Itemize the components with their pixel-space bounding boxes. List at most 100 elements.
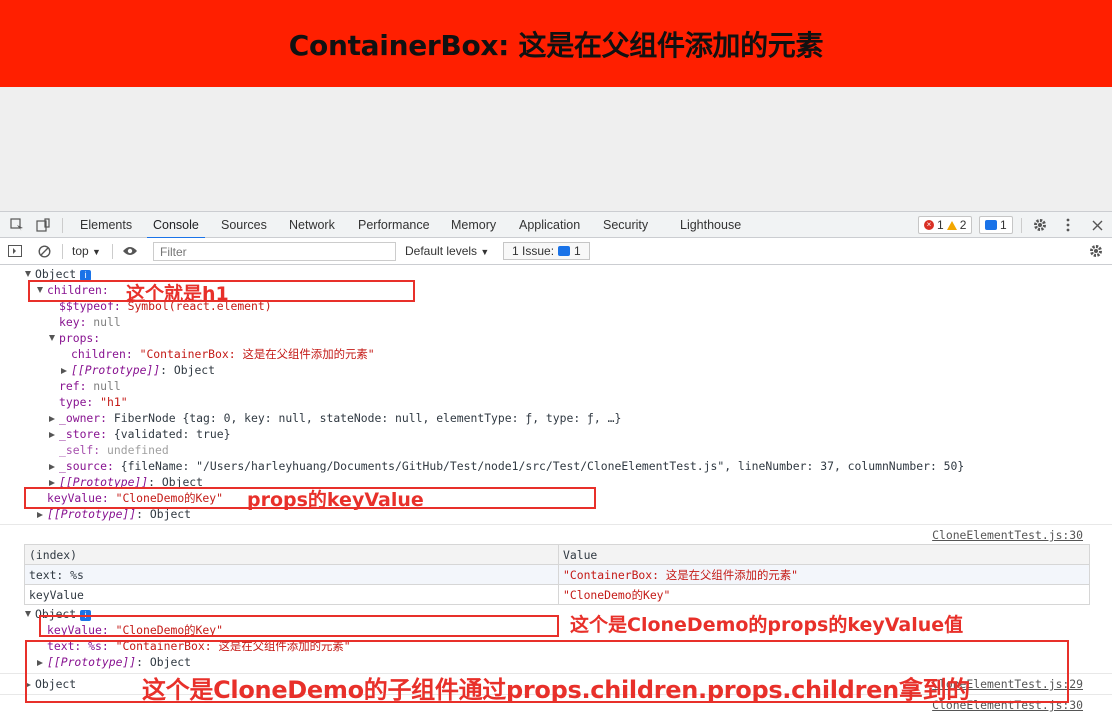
page-body bbox=[0, 87, 1112, 211]
type-value: "h1" bbox=[100, 395, 128, 409]
self-value: undefined bbox=[107, 443, 169, 457]
table-header-index: (index) bbox=[24, 544, 559, 565]
collapsed-triangle-icon bbox=[49, 464, 55, 470]
page-heading: ContainerBox: 这是在父组件添加的元素 bbox=[288, 28, 824, 62]
tab-performance[interactable]: Performance bbox=[358, 212, 430, 238]
inspect-element-icon[interactable] bbox=[8, 216, 26, 234]
ref-entry: ref: null bbox=[59, 378, 121, 394]
ref-value: null bbox=[93, 379, 121, 393]
ref-key: ref: bbox=[59, 379, 87, 393]
settings-gear-icon[interactable] bbox=[1031, 216, 1049, 234]
console-table: (index) Value text: %s "ContainerBox: 这是… bbox=[24, 544, 1090, 605]
type-key: type: bbox=[59, 395, 94, 409]
key-key: key: bbox=[59, 315, 87, 329]
table-header-value: Value bbox=[558, 544, 1090, 565]
console-settings-gear-icon[interactable] bbox=[1087, 242, 1105, 260]
more-options-icon[interactable] bbox=[1059, 216, 1077, 234]
source-key: _source: bbox=[59, 459, 114, 473]
owner-key: _owner: bbox=[59, 411, 108, 425]
store-key: _store: bbox=[59, 427, 108, 441]
store-entry[interactable]: _store: {validated: true} bbox=[49, 426, 230, 442]
annotation-children-props: 这个是CloneDemo的子组件通过props.children.props.c… bbox=[142, 676, 970, 704]
table-cell-index: keyValue bbox=[24, 584, 559, 605]
collapsed-triangle-icon bbox=[61, 368, 67, 374]
message-count: 1 bbox=[1000, 218, 1007, 232]
self-entry: _self: undefined bbox=[59, 442, 169, 458]
warning-count: 2 bbox=[959, 218, 967, 232]
annotation-props-keyvalue: props的keyValue bbox=[247, 489, 424, 511]
log-divider bbox=[0, 524, 1112, 525]
collapsed-triangle-icon bbox=[49, 416, 55, 422]
tab-sources[interactable]: Sources bbox=[221, 212, 267, 238]
prototype-value: : Object bbox=[136, 507, 192, 521]
issues-button[interactable]: 1 Issue: 1 bbox=[503, 242, 590, 260]
source-entry[interactable]: _source: {fileName: "/Users/harleyhuang/… bbox=[49, 458, 964, 474]
rendered-heading-banner: ContainerBox: 这是在父组件添加的元素 bbox=[0, 0, 1112, 87]
props-entry[interactable]: props: bbox=[49, 330, 100, 346]
annotation-clonedemo-keyvalue: 这个是CloneDemo的props的keyValue值 bbox=[570, 614, 964, 636]
device-toolbar-icon[interactable] bbox=[34, 216, 52, 234]
tab-application[interactable]: Application bbox=[519, 212, 580, 238]
tab-console[interactable]: Console bbox=[147, 212, 205, 239]
table-cell-value: "CloneDemo的Key" bbox=[558, 584, 1090, 605]
annotation-box-clonedemo-keyvalue bbox=[39, 615, 559, 637]
expanded-triangle-icon bbox=[25, 271, 31, 277]
props-prototype-entry[interactable]: [[Prototype]]: Object bbox=[61, 362, 215, 378]
message-counter[interactable]: 1 bbox=[979, 216, 1013, 234]
key-value: null bbox=[93, 315, 121, 329]
key-entry: key: null bbox=[59, 314, 121, 330]
issues-count: 1 bbox=[574, 244, 581, 258]
annotation-h1: 这个就是h1 bbox=[126, 283, 229, 305]
table-row: text: %s "ContainerBox: 这是在父组件添加的元素" bbox=[24, 564, 1090, 585]
props-children-value: "ContainerBox: 这是在父组件添加的元素" bbox=[139, 347, 375, 361]
table-cell-value: "ContainerBox: 这是在父组件添加的元素" bbox=[558, 564, 1090, 585]
tab-lighthouse[interactable]: Lighthouse bbox=[680, 212, 741, 238]
issue-icon bbox=[558, 246, 571, 256]
tab-memory[interactable]: Memory bbox=[451, 212, 496, 238]
props-key: props: bbox=[59, 331, 101, 345]
warning-icon bbox=[946, 220, 957, 230]
prototype-key: [[Prototype]] bbox=[47, 507, 137, 521]
source-link[interactable]: CloneElementTest.js:30 bbox=[932, 527, 1083, 543]
object-label: Object bbox=[35, 267, 77, 281]
error-icon: × bbox=[924, 220, 934, 230]
expanded-triangle-icon bbox=[49, 335, 55, 341]
console-toolbar: top ▼ Default levels ▼ 1 Issue: 1 bbox=[0, 238, 1112, 265]
toolbar-divider bbox=[112, 244, 113, 259]
collapsed-triangle-icon bbox=[37, 512, 43, 518]
close-icon[interactable] bbox=[1088, 216, 1106, 234]
tab-security[interactable]: Security bbox=[603, 212, 648, 238]
prototype-value: : Object bbox=[160, 363, 216, 377]
owner-value: FiberNode {tag: 0, key: null, stateNode:… bbox=[113, 411, 622, 425]
error-warning-counter[interactable]: × 1 2 bbox=[918, 216, 973, 234]
chevron-down-icon: ▼ bbox=[92, 247, 101, 257]
props-children-entry: children: "ContainerBox: 这是在父组件添加的元素" bbox=[71, 346, 375, 362]
expanded-triangle-icon bbox=[25, 611, 31, 617]
owner-entry[interactable]: _owner: FiberNode {tag: 0, key: null, st… bbox=[49, 410, 621, 426]
message-icon bbox=[985, 220, 997, 230]
issues-label: 1 Issue: bbox=[512, 244, 555, 258]
log-levels-value: Default levels bbox=[405, 244, 478, 258]
clear-console-icon[interactable] bbox=[35, 242, 53, 260]
toolbar-divider bbox=[1021, 218, 1022, 233]
table-row: keyValue "CloneDemo的Key" bbox=[24, 584, 1090, 605]
store-value: {validated: true} bbox=[113, 427, 231, 441]
filter-input[interactable] bbox=[153, 242, 396, 261]
type-entry: type: "h1" bbox=[59, 394, 128, 410]
source-value: {fileName: "/Users/harleyhuang/Documents… bbox=[120, 459, 965, 473]
context-select[interactable]: top ▼ bbox=[72, 244, 101, 258]
collapsed-triangle-icon bbox=[49, 480, 55, 486]
tab-network[interactable]: Network bbox=[289, 212, 335, 238]
collapsed-triangle-icon bbox=[49, 432, 55, 438]
chevron-down-icon: ▼ bbox=[480, 247, 490, 257]
log-levels-dropdown[interactable]: Default levels ▼ bbox=[405, 244, 489, 258]
toolbar-divider bbox=[62, 218, 63, 233]
self-key: _self: bbox=[59, 443, 101, 457]
eye-icon[interactable] bbox=[121, 242, 139, 260]
toolbar-divider bbox=[62, 244, 63, 259]
props-children-key: children: bbox=[71, 347, 133, 361]
table-header-row: (index) Value bbox=[24, 544, 1090, 565]
sidebar-toggle-icon[interactable] bbox=[6, 242, 24, 260]
tab-elements[interactable]: Elements bbox=[80, 212, 132, 238]
prototype-key: [[Prototype]] bbox=[71, 363, 161, 377]
